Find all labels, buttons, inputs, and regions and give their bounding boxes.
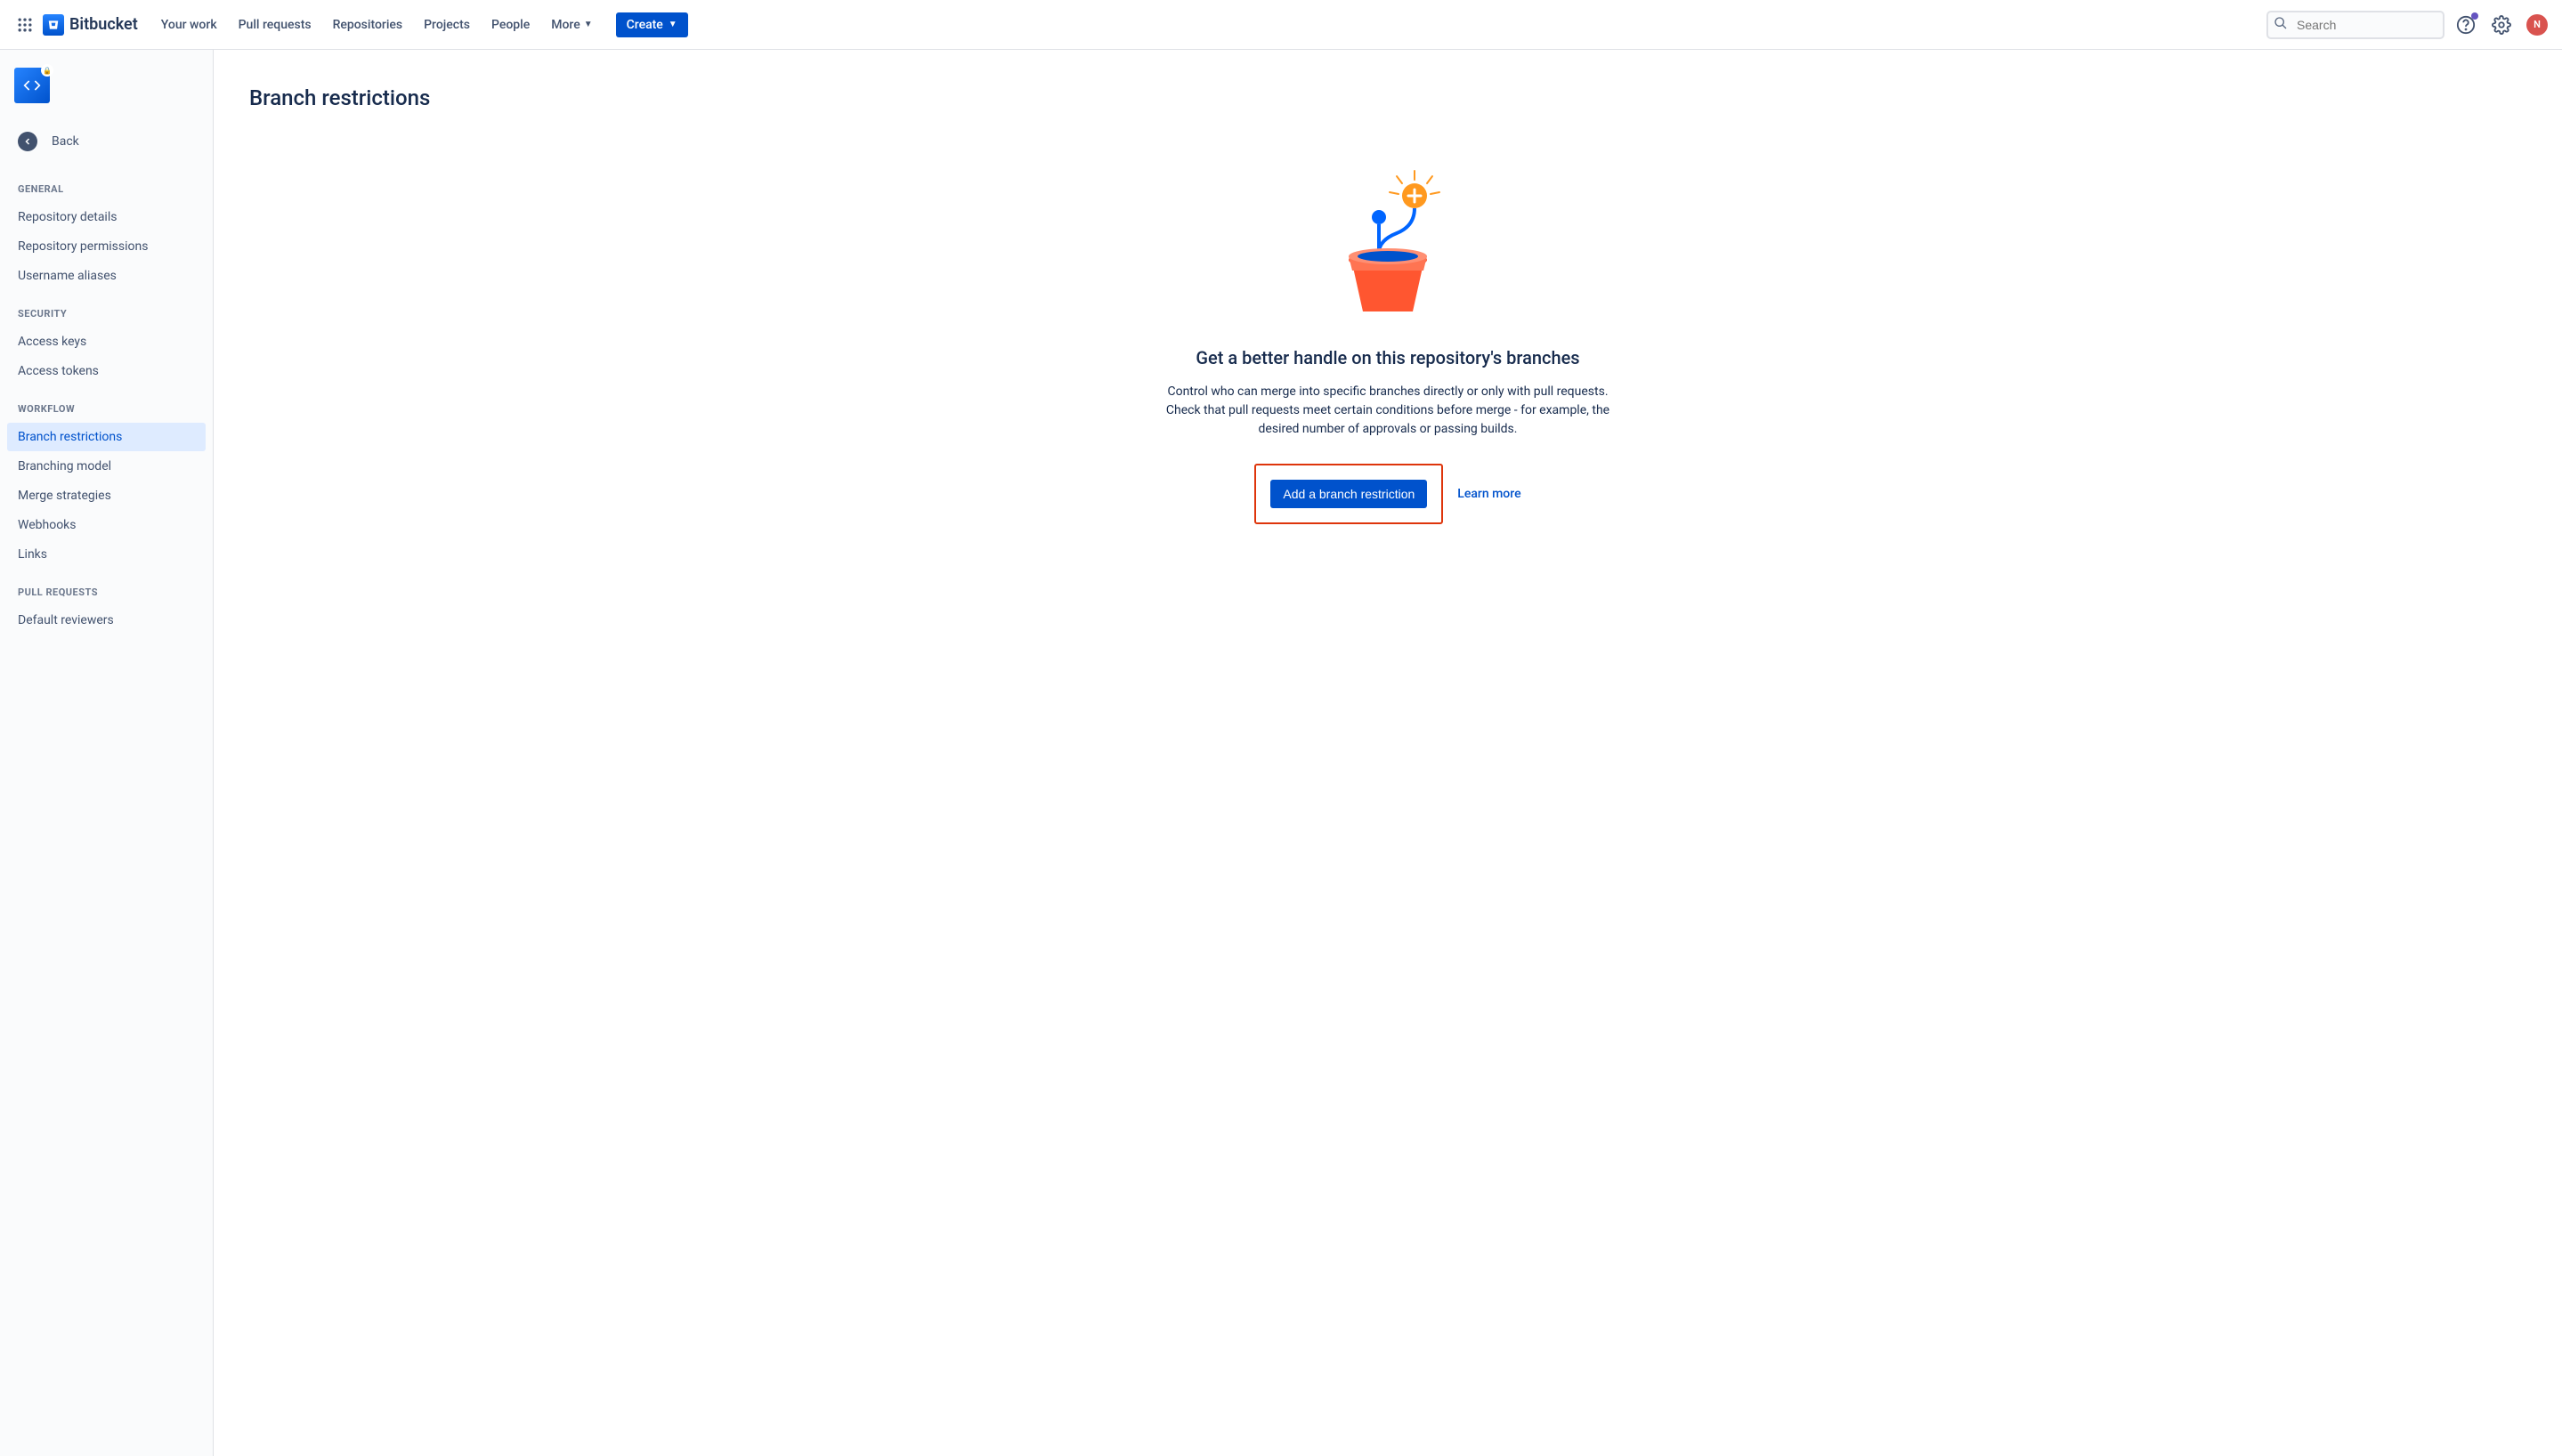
sidebar-item-repository-permissions[interactable]: Repository permissions — [7, 232, 206, 261]
help-icon[interactable] — [2452, 11, 2480, 39]
sidebar-item-repository-details[interactable]: Repository details — [7, 203, 206, 231]
empty-state-title: Get a better handle on this repository's… — [1147, 347, 1628, 368]
section-header-pull-requests: Pull Requests — [7, 579, 206, 605]
nav-your-work[interactable]: Your work — [152, 12, 226, 37]
sidebar-item-default-reviewers[interactable]: Default reviewers — [7, 606, 206, 635]
create-button[interactable]: Create ▼ — [616, 12, 688, 37]
nav-people[interactable]: People — [482, 12, 539, 37]
nav-more[interactable]: More ▼ — [542, 12, 601, 37]
main-content: Branch restrictions — [214, 50, 2562, 1456]
search-input[interactable] — [2266, 11, 2444, 39]
learn-more-link[interactable]: Learn more — [1457, 487, 1520, 501]
settings-icon[interactable] — [2487, 11, 2516, 39]
nav-projects[interactable]: Projects — [415, 12, 479, 37]
back-link[interactable]: Back — [7, 125, 206, 158]
chevron-down-icon: ▼ — [669, 20, 677, 29]
section-header-security: Security — [7, 301, 206, 327]
chevron-down-icon: ▼ — [584, 20, 593, 29]
cta-highlight-box: Add a branch restriction — [1254, 464, 1443, 524]
bitbucket-logo[interactable]: Bitbucket — [43, 14, 138, 36]
add-branch-restriction-button[interactable]: Add a branch restriction — [1270, 480, 1427, 508]
sidebar-item-merge-strategies[interactable]: Merge strategies — [7, 481, 206, 510]
app-switcher-icon[interactable] — [11, 11, 39, 39]
logo-mark-icon — [43, 14, 64, 36]
lock-icon: 🔒 — [41, 64, 53, 77]
sidebar: 🔒 Back General Repository details Reposi… — [0, 50, 214, 1456]
avatar-button[interactable]: N — [2523, 11, 2551, 39]
sidebar-item-username-aliases[interactable]: Username aliases — [7, 262, 206, 290]
sidebar-item-access-keys[interactable]: Access keys — [7, 328, 206, 356]
nav-repositories[interactable]: Repositories — [324, 12, 412, 37]
avatar: N — [2526, 14, 2548, 36]
sidebar-item-webhooks[interactable]: Webhooks — [7, 511, 206, 539]
nav-pull-requests[interactable]: Pull requests — [230, 12, 320, 37]
brand-name: Bitbucket — [69, 15, 138, 34]
sidebar-item-branch-restrictions[interactable]: Branch restrictions — [7, 423, 206, 451]
repo-avatar[interactable]: 🔒 — [14, 68, 50, 103]
empty-state-illustration — [1317, 164, 1459, 315]
section-header-general: General — [7, 176, 206, 202]
sidebar-item-branching-model[interactable]: Branching model — [7, 452, 206, 481]
nav-more-label: More — [551, 18, 580, 32]
back-arrow-icon — [18, 132, 37, 151]
sidebar-item-access-tokens[interactable]: Access tokens — [7, 357, 206, 385]
section-header-workflow: Workflow — [7, 396, 206, 422]
empty-state-description: Control who can merge into specific bran… — [1147, 383, 1628, 439]
sidebar-item-links[interactable]: Links — [7, 540, 206, 569]
notification-badge — [2471, 12, 2478, 20]
create-label: Create — [627, 18, 663, 32]
search-icon — [2274, 16, 2288, 34]
page-title: Branch restrictions — [249, 85, 2526, 110]
back-label: Back — [52, 134, 79, 149]
